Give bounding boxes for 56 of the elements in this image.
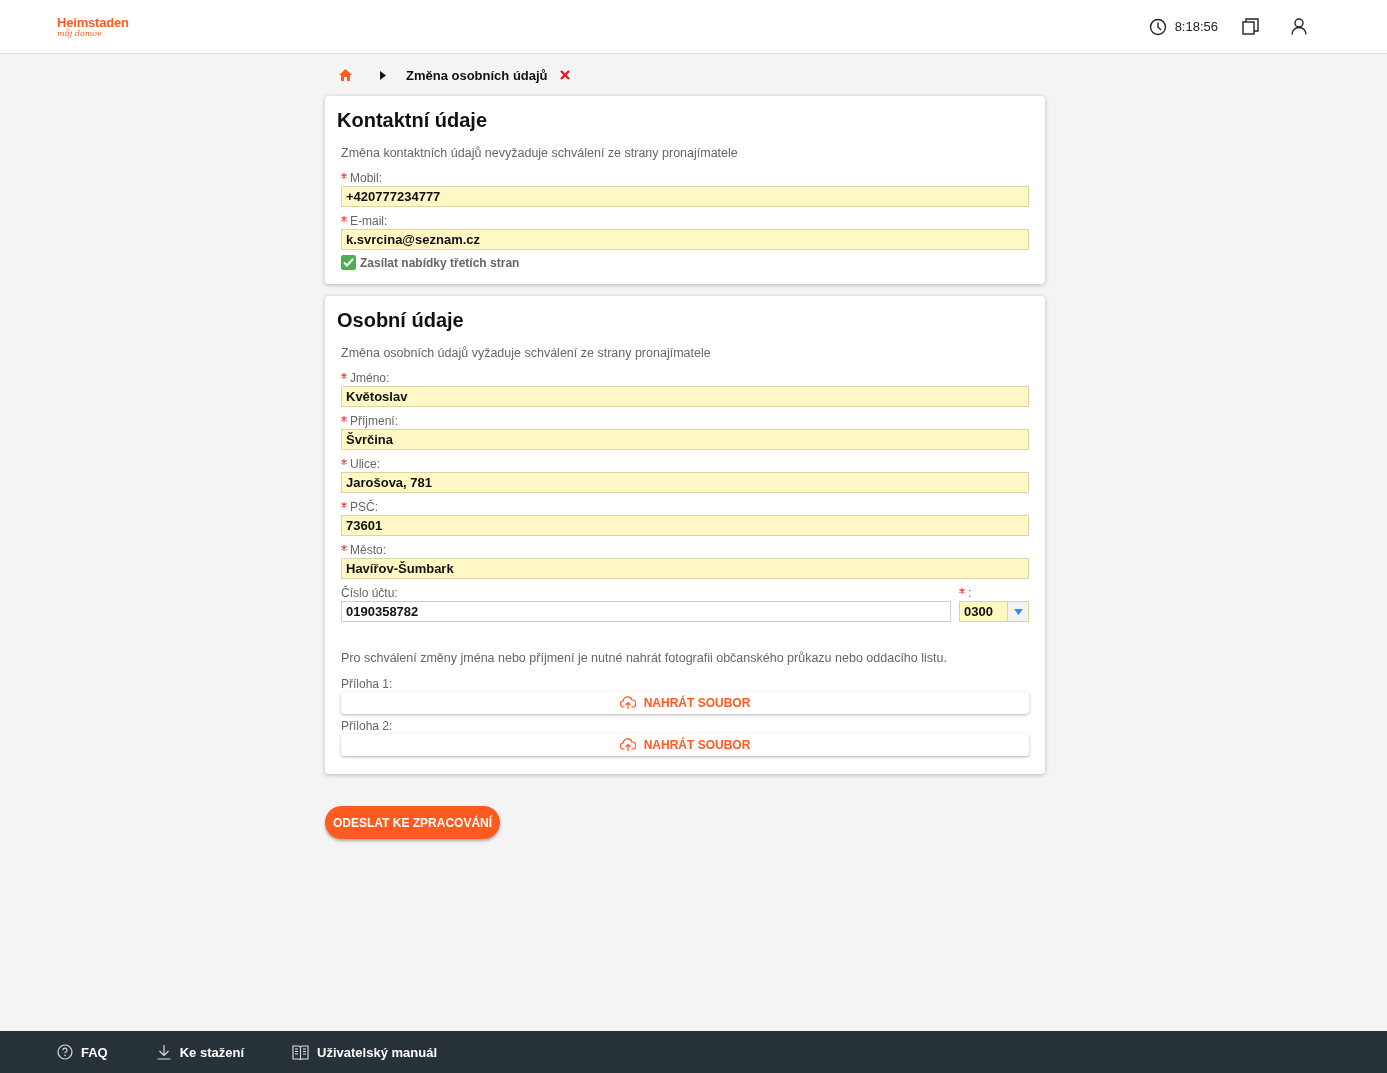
- required-icon: [341, 416, 347, 422]
- checkbox[interactable]: [341, 255, 356, 270]
- field-label: :: [968, 586, 972, 600]
- close-icon[interactable]: [559, 70, 570, 80]
- footer-link[interactable]: Uživatelský manuál: [292, 1044, 437, 1060]
- home-icon[interactable]: [339, 69, 352, 81]
- field-label: Příloha 1:: [341, 677, 393, 691]
- field-label: Příloha 2:: [341, 719, 393, 733]
- field-label: Jméno:: [350, 371, 390, 385]
- required-icon: [959, 588, 965, 594]
- clock-time: 8:18:56: [1174, 19, 1218, 34]
- card-title: Osobní údaje: [337, 308, 465, 332]
- input-field[interactable]: Jarošova, 781: [341, 472, 1029, 493]
- chevron-icon: [380, 70, 386, 80]
- required-icon: [341, 216, 347, 222]
- checkbox-label: Zasílat nabídky třetích stran: [360, 255, 520, 270]
- dropdown[interactable]: 0300: [959, 601, 1029, 622]
- card-description: Změna osobních údajů vyžaduje schválení ze strany pronajímatele: [341, 345, 712, 361]
- footer-link[interactable]: Ke stažení: [155, 1044, 245, 1060]
- required-icon: [341, 459, 347, 465]
- input-field[interactable]: Havířov-Šumbark: [341, 558, 1029, 579]
- input-field[interactable]: k.svrcina@seznam.cz: [341, 229, 1029, 250]
- required-icon: [341, 373, 347, 379]
- card-description: Změna kontaktních údajů nevyžaduje schválení ze strany pronajímatele: [341, 145, 739, 161]
- book-icon: [292, 1044, 310, 1060]
- link-label: Uživatelský manuál: [317, 1044, 437, 1060]
- input-field[interactable]: 0190358782: [341, 601, 951, 622]
- field-label: Mobil:: [350, 171, 382, 185]
- field-label: PSČ:: [350, 500, 378, 514]
- download-icon: [155, 1044, 172, 1060]
- input-field[interactable]: 73601: [341, 515, 1029, 536]
- input-field[interactable]: Květoslav: [341, 386, 1029, 407]
- checkmark-icon: [343, 258, 354, 267]
- field-label: Ulice:: [350, 457, 380, 471]
- breadcrumb-current: Změna osobních údajů: [406, 67, 548, 83]
- field-label: Číslo účtu:: [341, 586, 398, 600]
- caret-icon: [1013, 608, 1023, 615]
- info-text: Pro schválení změny jména nebo příjmení je nutné nahrát fotografii občanského průkazu nebo oddacího listu.: [341, 650, 948, 666]
- card-title: Kontaktní údaje: [337, 108, 488, 132]
- footer-link[interactable]: FAQ: [57, 1044, 108, 1060]
- input-field[interactable]: Švrčina: [341, 429, 1029, 450]
- upload-cloud-icon: [619, 738, 636, 752]
- input-field[interactable]: +420777234777: [341, 186, 1029, 207]
- user-icon[interactable]: [1291, 18, 1307, 35]
- windows-icon[interactable]: [1242, 18, 1259, 35]
- help-icon: [57, 1044, 73, 1060]
- upload-cloud-icon: [619, 696, 636, 710]
- field-label: Město:: [350, 543, 386, 557]
- field-label: E-mail:: [350, 214, 388, 228]
- required-icon: [341, 502, 347, 508]
- required-icon: [341, 545, 347, 551]
- field-label: Příjmení:: [350, 414, 398, 428]
- link-label: FAQ: [81, 1044, 108, 1060]
- link-label: Ke stažení: [179, 1044, 245, 1060]
- clock-icon: [1148, 17, 1167, 36]
- required-icon: [341, 173, 347, 179]
